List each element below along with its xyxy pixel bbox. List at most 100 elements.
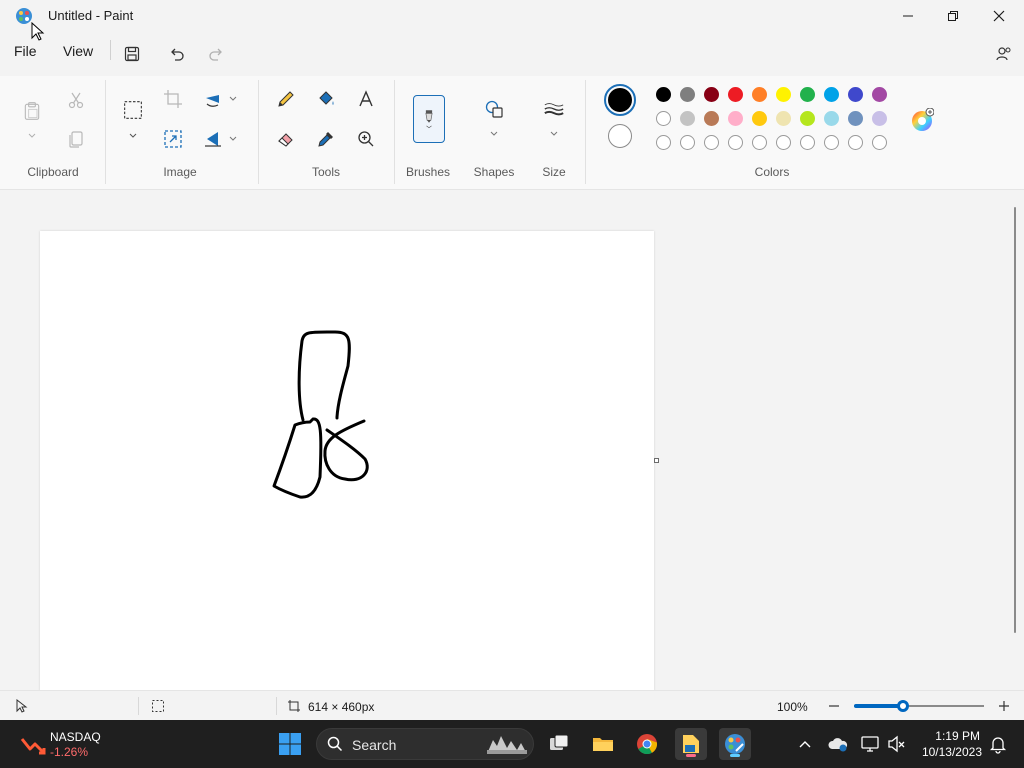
line-size-icon <box>544 103 564 116</box>
flip-button[interactable] <box>200 126 226 152</box>
task-view-icon <box>550 734 569 750</box>
color-swatch[interactable] <box>776 111 791 126</box>
color-swatch[interactable] <box>656 87 671 102</box>
rotate-chevron-icon[interactable] <box>228 95 238 103</box>
color-swatch[interactable] <box>656 111 671 126</box>
color-swatch[interactable] <box>776 87 791 102</box>
custom-color-slot[interactable] <box>824 135 839 150</box>
save-button[interactable] <box>118 40 146 68</box>
chrome-button[interactable] <box>631 728 663 760</box>
custom-color-slot[interactable] <box>728 135 743 150</box>
minimize-button[interactable] <box>885 0 931 32</box>
save-icon <box>124 46 140 62</box>
color-swatch[interactable] <box>848 87 863 102</box>
custom-color-slot[interactable] <box>656 135 671 150</box>
fill-tool[interactable] <box>313 86 339 112</box>
primary-color-selector[interactable] <box>604 84 636 116</box>
redo-button[interactable] <box>202 40 230 68</box>
size-chevron-icon[interactable] <box>549 130 559 138</box>
shapes-button[interactable] <box>481 96 507 122</box>
color-swatch[interactable] <box>848 111 863 126</box>
start-button[interactable] <box>274 728 306 760</box>
zoom-slider-thumb[interactable] <box>897 700 910 712</box>
network-button[interactable] <box>860 734 880 754</box>
custom-color-slot[interactable] <box>752 135 767 150</box>
file-menu[interactable]: File <box>14 43 37 59</box>
magnifier-tool[interactable] <box>353 126 379 152</box>
cut-button[interactable] <box>63 87 89 113</box>
color-swatch[interactable] <box>728 111 743 126</box>
view-menu[interactable]: View <box>63 43 93 59</box>
color-swatch[interactable] <box>824 111 839 126</box>
custom-color-slot[interactable] <box>800 135 815 150</box>
brushes-button[interactable] <box>413 95 445 143</box>
color-swatch[interactable] <box>800 111 815 126</box>
account-button[interactable] <box>990 40 1018 68</box>
task-view-button[interactable] <box>543 728 575 760</box>
color-swatch[interactable] <box>752 111 767 126</box>
app-indicator <box>686 754 696 757</box>
custom-color-slot[interactable] <box>872 135 887 150</box>
volume-button[interactable] <box>886 734 906 754</box>
size-button[interactable] <box>541 96 567 122</box>
file-explorer-button[interactable] <box>587 728 619 760</box>
file-manager-app-button[interactable] <box>675 728 707 760</box>
zoom-slider[interactable] <box>854 700 984 712</box>
undo-button[interactable] <box>163 40 191 68</box>
flip-chevron-icon[interactable] <box>228 135 238 143</box>
edit-colors-button[interactable] <box>910 107 935 132</box>
eraser-tool[interactable] <box>273 126 299 152</box>
rotate-button[interactable] <box>200 86 226 112</box>
pencil-tool[interactable] <box>273 86 299 112</box>
crop-button[interactable] <box>160 86 186 112</box>
color-swatch[interactable] <box>824 87 839 102</box>
close-button[interactable] <box>976 0 1022 32</box>
menu-bar: File View <box>0 36 1024 68</box>
stock-name: NASDAQ <box>50 730 101 744</box>
select-button[interactable] <box>119 96 147 124</box>
drawing-canvas[interactable] <box>40 231 654 691</box>
paint-taskbar-button[interactable] <box>719 728 751 760</box>
paste-chevron-icon[interactable] <box>27 132 37 140</box>
onedrive-button[interactable] <box>828 734 848 754</box>
select-chevron-icon[interactable] <box>128 132 138 140</box>
taskbar-search[interactable]: Search <box>316 728 534 760</box>
color-swatch[interactable] <box>752 87 767 102</box>
color-swatch[interactable] <box>680 111 695 126</box>
color-swatch[interactable] <box>872 111 887 126</box>
secondary-color-swatch[interactable] <box>608 124 632 148</box>
canvas-resize-handle[interactable] <box>654 458 659 463</box>
stock-widget[interactable]: NASDAQ -1.26% <box>14 728 134 762</box>
brushes-group-label: Brushes <box>405 165 451 179</box>
shapes-chevron-icon[interactable] <box>489 130 499 138</box>
color-swatch[interactable] <box>728 87 743 102</box>
paste-button[interactable] <box>19 96 45 126</box>
vertical-scrollbar[interactable] <box>1014 207 1016 633</box>
color-swatch[interactable] <box>704 111 719 126</box>
zoom-in-button[interactable] <box>996 698 1012 714</box>
color-swatch[interactable] <box>704 87 719 102</box>
show-hidden-icons-button[interactable] <box>797 736 813 752</box>
notifications-button[interactable] <box>988 734 1008 754</box>
clock-date[interactable]: 10/13/2023 <box>912 745 982 759</box>
zoom-out-button[interactable] <box>826 698 842 714</box>
custom-color-slot[interactable] <box>776 135 791 150</box>
color-swatch[interactable] <box>680 87 695 102</box>
copy-button[interactable] <box>63 126 89 152</box>
chevron-up-icon <box>799 741 811 748</box>
resize-button[interactable] <box>160 126 186 152</box>
restore-icon <box>948 11 958 21</box>
custom-color-slot[interactable] <box>704 135 719 150</box>
custom-color-slot[interactable] <box>680 135 695 150</box>
folder-icon <box>593 738 613 751</box>
color-picker-tool[interactable] <box>313 126 339 152</box>
custom-color-slot[interactable] <box>848 135 863 150</box>
color-swatch[interactable] <box>800 87 815 102</box>
pencil-icon <box>278 91 294 107</box>
group-divider <box>258 80 259 184</box>
color-swatch[interactable] <box>872 87 887 102</box>
speaker-muted-icon <box>888 735 905 753</box>
text-tool[interactable] <box>353 86 379 112</box>
maximize-button[interactable] <box>930 0 976 32</box>
clock-time[interactable]: 1:19 PM <box>912 729 980 743</box>
